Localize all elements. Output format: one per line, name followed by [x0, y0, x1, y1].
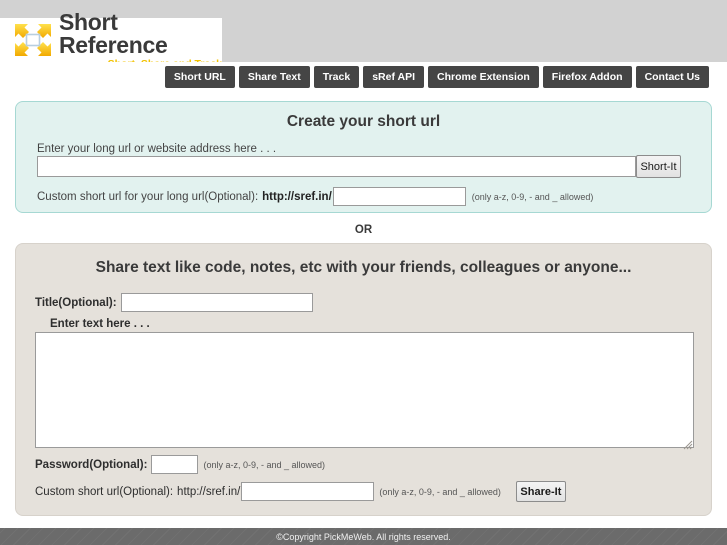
- share-custom-short-url-hint: (only a-z, 0-9, - and _ allowed): [379, 486, 501, 497]
- long-url-label: Enter your long url or website address h…: [37, 143, 277, 155]
- custom-short-url-hint: (only a-z, 0-9, - and _ allowed): [471, 191, 594, 202]
- four-arrows-expand-icon: [12, 21, 54, 59]
- long-url-input[interactable]: [37, 156, 636, 177]
- footer-copyright: ©Copyright PickMeWeb. All rights reserve…: [276, 531, 451, 542]
- share-custom-short-url-input[interactable]: [241, 482, 375, 501]
- share-custom-short-url-row: Custom short url(Optional): http://sref.…: [35, 481, 566, 502]
- logo-title: Short Reference: [59, 8, 168, 58]
- title-row: Title(Optional):: [35, 293, 313, 312]
- short-url-panel-title: Create your short url: [286, 113, 441, 130]
- password-label: Password(Optional):: [35, 458, 148, 471]
- nav-item-firefox-addon[interactable]: Firefox Addon: [542, 65, 632, 89]
- nav-item-track[interactable]: Track: [313, 65, 360, 89]
- nav-item-chrome-extension[interactable]: Chrome Extension: [428, 65, 539, 89]
- short-it-button[interactable]: Short-It: [636, 155, 681, 178]
- enter-text-label: Enter text here . . .: [50, 318, 150, 330]
- title-label: Title(Optional):: [35, 296, 117, 309]
- footer: ©Copyright PickMeWeb. All rights reserve…: [0, 528, 727, 545]
- nav-item-sref-api[interactable]: sRef API: [363, 65, 424, 89]
- title-input[interactable]: [120, 293, 313, 312]
- custom-short-url-label: Custom short url for your long url(Optio…: [37, 190, 259, 203]
- nav-item-short-url[interactable]: Short URL: [164, 65, 235, 89]
- share-custom-short-url-label: Custom short url(Optional):: [35, 485, 174, 498]
- share-custom-short-url-domain: http://sref.in/: [177, 485, 241, 498]
- custom-short-url-row: Custom short url for your long url(Optio…: [37, 187, 593, 206]
- share-it-button[interactable]: Share-It: [515, 481, 566, 502]
- or-divider: OR: [354, 224, 373, 236]
- create-short-url-panel: Create your short url Enter your long ur…: [15, 101, 712, 213]
- share-text-textarea[interactable]: [35, 332, 694, 448]
- password-hint: (only a-z, 0-9, - and _ allowed): [203, 459, 326, 470]
- share-text-panel-title: Share text like code, notes, etc with yo…: [95, 259, 632, 276]
- main-navigation: Short URL Share Text Track sRef API Chro…: [0, 62, 727, 92]
- password-row: Password(Optional): (only a-z, 0-9, - an…: [35, 455, 325, 474]
- password-input[interactable]: [151, 455, 199, 474]
- custom-short-url-input[interactable]: [332, 187, 466, 206]
- logo[interactable]: Short Reference Short, Share and Track: [0, 10, 222, 69]
- nav-item-contact-us[interactable]: Contact Us: [635, 65, 709, 89]
- share-text-panel: Share text like code, notes, etc with yo…: [15, 243, 712, 516]
- nav-item-share-text[interactable]: Share Text: [238, 65, 310, 89]
- custom-short-url-domain: http://sref.in/: [262, 190, 332, 203]
